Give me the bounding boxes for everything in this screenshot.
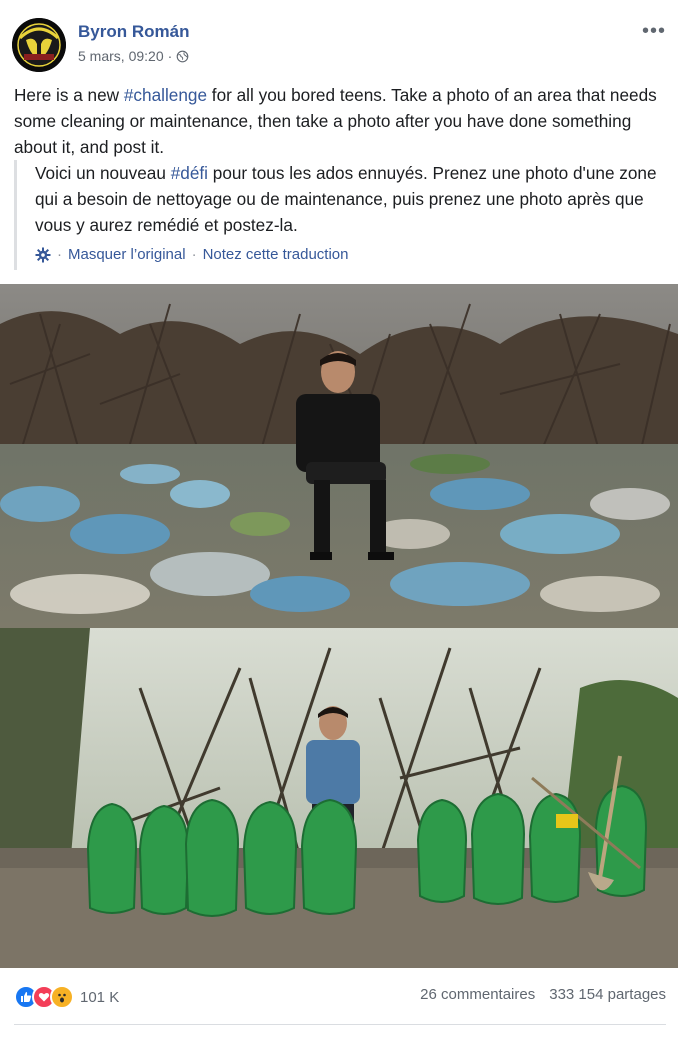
before-cleanup-photo[interactable] [0, 284, 678, 628]
reactions-summary[interactable]: 101 K [14, 985, 119, 1009]
translation-actions: · Masquer l’original · Notez cette tradu… [35, 246, 348, 263]
post-text-before: Here is a new [14, 85, 124, 105]
post-header: Byron Román 5 mars, 09:20 · ••• [12, 14, 666, 72]
post-body: Here is a new #challenge for all you bor… [14, 82, 664, 160]
translation-text: Voici un nouveau #défi pour tous les ado… [35, 160, 665, 238]
avatar[interactable] [12, 18, 66, 72]
more-options-button[interactable]: ••• [642, 20, 666, 43]
rate-translation-link[interactable]: Notez cette traduction [203, 246, 349, 263]
translation-hashtag-link[interactable]: #défi [171, 163, 208, 183]
separator: · [57, 246, 62, 263]
translation-text-before: Voici un nouveau [35, 163, 171, 183]
divider [14, 1024, 666, 1025]
post-card: Byron Román 5 mars, 09:20 · ••• Here is … [0, 0, 678, 1040]
translation-block: Voici un nouveau #défi pour tous les ado… [14, 160, 667, 270]
separator: · [191, 246, 197, 263]
wow-icon [50, 985, 74, 1009]
hide-original-link[interactable]: Masquer l’original [68, 246, 186, 263]
post-meta: 5 mars, 09:20 · [78, 48, 189, 64]
gear-icon[interactable] [35, 247, 51, 263]
hashtag-link[interactable]: #challenge [124, 85, 207, 105]
shares-count[interactable]: 333 154 partages [549, 986, 666, 1003]
reaction-count[interactable]: 101 K [80, 989, 119, 1006]
author-name[interactable]: Byron Román [78, 22, 189, 42]
after-cleanup-photo[interactable] [0, 628, 678, 968]
engagement-counts: 26 commentaires 333 154 partages [420, 986, 666, 1003]
post-date[interactable]: 5 mars, 09:20 [78, 48, 164, 64]
comments-count[interactable]: 26 commentaires [420, 986, 535, 1003]
date-separator: · [167, 48, 173, 64]
globe-icon [176, 50, 189, 62]
avatar-logo-icon [12, 18, 66, 72]
